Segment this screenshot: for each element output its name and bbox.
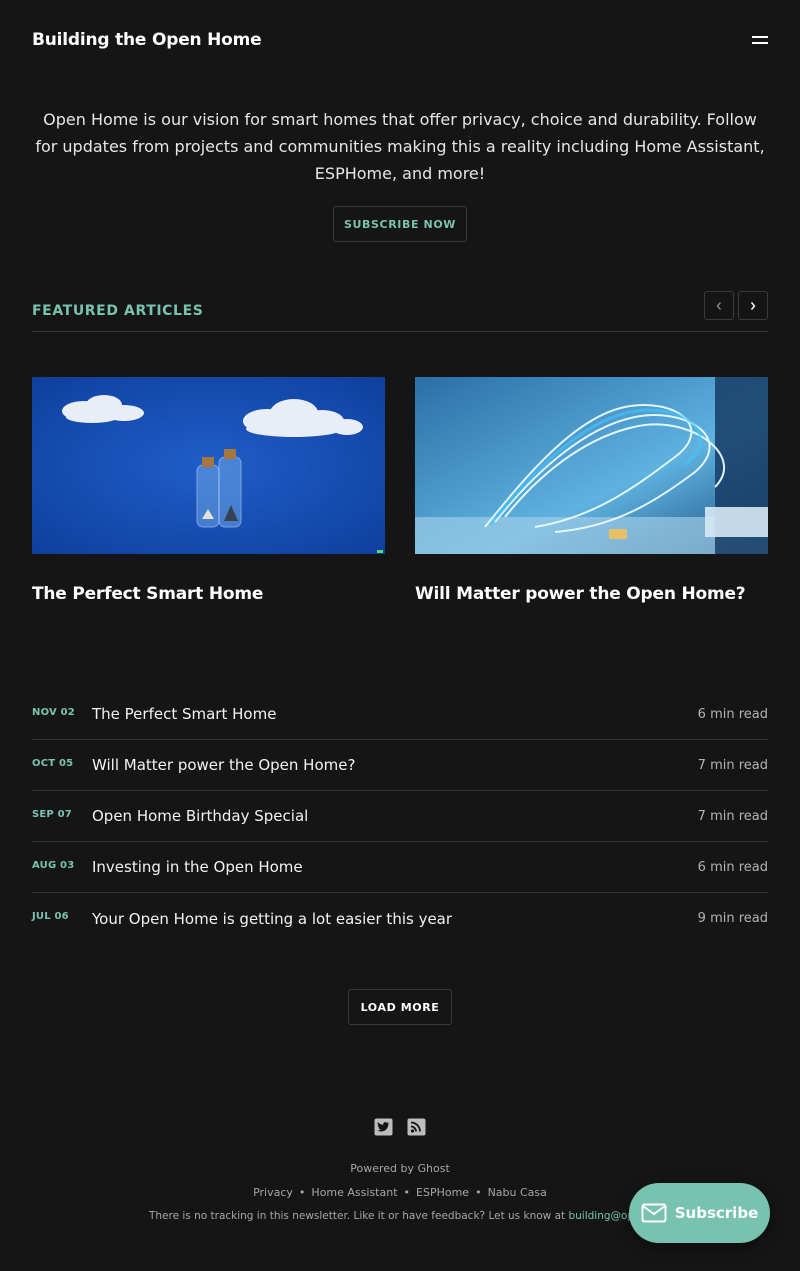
featured-card-title[interactable]: Will Matter power the Open Home? <box>415 584 768 604</box>
load-more-button[interactable]: LOAD MORE <box>348 989 452 1025</box>
carousel-next-button[interactable] <box>738 291 768 320</box>
post-date: AUG 03 <box>32 859 75 871</box>
post-list-item[interactable]: NOV 02 The Perfect Smart Home 6 min read <box>32 689 768 740</box>
post-reading-time: 7 min read <box>697 757 768 773</box>
post-date: OCT 05 <box>32 757 74 769</box>
featured-articles-heading: FEATURED ARTICLES <box>32 303 204 319</box>
subscribe-now-button[interactable]: SUBSCRIBE NOW <box>333 206 467 242</box>
footer-link-privacy[interactable]: Privacy <box>253 1186 293 1199</box>
featured-card[interactable]: Will Matter power the Open Home? <box>415 377 768 604</box>
chevron-right-icon <box>750 301 756 310</box>
post-list-item[interactable]: AUG 03 Investing in the Open Home 6 min … <box>32 842 768 893</box>
hamburger-menu-icon[interactable] <box>752 36 768 44</box>
featured-card-title[interactable]: The Perfect Smart Home <box>32 584 385 604</box>
featured-articles-header: FEATURED ARTICLES <box>32 290 768 332</box>
portal-subscribe-label: Subscribe <box>674 1204 759 1222</box>
post-title[interactable]: Open Home Birthday Special <box>92 807 698 825</box>
post-title[interactable]: Will Matter power the Open Home? <box>92 756 698 774</box>
carousel-nav <box>704 291 768 320</box>
separator: • <box>475 1186 482 1199</box>
post-date: JUL 06 <box>32 911 69 922</box>
featured-image-light-room[interactable] <box>415 377 768 554</box>
mail-icon <box>641 1203 667 1223</box>
separator: • <box>298 1186 306 1199</box>
intro-text: Open Home is our vision for smart homes … <box>35 110 765 183</box>
footer-link-home-assistant[interactable]: Home Assistant <box>311 1186 397 1199</box>
post-reading-time: 6 min read <box>697 706 768 722</box>
post-title[interactable]: Your Open Home is getting a lot easier t… <box>92 910 698 928</box>
post-title[interactable]: The Perfect Smart Home <box>92 705 698 723</box>
carousel-prev-button[interactable] <box>704 291 734 320</box>
post-list: NOV 02 The Perfect Smart Home 6 min read… <box>32 689 768 944</box>
post-list-item[interactable]: OCT 05 Will Matter power the Open Home? … <box>32 740 768 791</box>
featured-card[interactable]: The Perfect Smart Home <box>32 377 385 604</box>
twitter-icon[interactable] <box>374 1118 393 1136</box>
post-title[interactable]: Investing in the Open Home <box>92 858 698 876</box>
rss-icon[interactable] <box>407 1118 426 1136</box>
site-title[interactable]: Building the Open Home <box>32 30 262 50</box>
post-reading-time: 7 min read <box>697 808 768 824</box>
feedback-text: There is no tracking in this newsletter.… <box>148 1210 566 1222</box>
post-date: SEP 07 <box>32 808 72 820</box>
social-links <box>374 1118 426 1136</box>
footer-link-nabu-casa[interactable]: Nabu Casa <box>488 1186 547 1199</box>
footer-link-esphome[interactable]: ESPHome <box>416 1186 469 1199</box>
post-list-item[interactable]: JUL 06 Your Open Home is getting a lot e… <box>32 893 768 944</box>
post-list-item[interactable]: SEP 07 Open Home Birthday Special 7 min … <box>32 791 768 842</box>
featured-image-bottles-clouds[interactable] <box>32 377 385 554</box>
powered-by[interactable]: Powered by Ghost <box>0 1162 800 1175</box>
post-reading-time: 6 min read <box>697 859 768 875</box>
separator: • <box>403 1186 411 1199</box>
portal-subscribe-button[interactable]: Subscribe <box>629 1183 770 1243</box>
chevron-left-icon <box>716 301 722 310</box>
site-header: Building the Open Home <box>32 28 768 52</box>
post-date: NOV 02 <box>32 706 75 718</box>
post-reading-time: 9 min read <box>697 911 768 926</box>
